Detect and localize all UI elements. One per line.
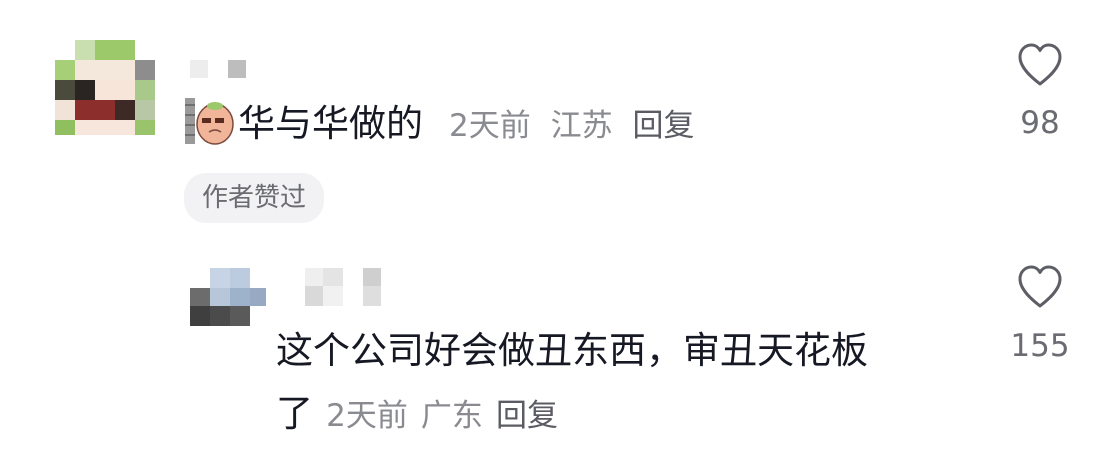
heart-outline-icon bbox=[1018, 265, 1062, 308]
avatar[interactable] bbox=[55, 40, 155, 135]
comment-text: 华与华做的 bbox=[238, 102, 423, 145]
comment-2: 这个公司好会做丑东西，审丑天花板 了 2天前 广东 回复 155 bbox=[0, 240, 1115, 463]
comment-text-line-1: 这个公司好会做丑东西，审丑天花板 bbox=[276, 329, 868, 372]
author-liked-badge: 作者赞过 bbox=[184, 173, 325, 223]
like-button[interactable] bbox=[1015, 262, 1065, 312]
potato-face-sticker-icon bbox=[185, 96, 235, 146]
comment-time: 2天前 bbox=[326, 398, 408, 434]
comment-meta: 2天前 江苏 回复 bbox=[449, 106, 694, 146]
comment-location: 广东 bbox=[420, 398, 483, 434]
username-blurred[interactable] bbox=[190, 60, 250, 78]
comment-text-line-2: 了 bbox=[276, 392, 313, 435]
like-count: 155 bbox=[1010, 328, 1070, 364]
reply-button[interactable]: 回复 bbox=[496, 398, 558, 434]
comment-1: 华与华做的 2天前 江苏 回复 作者赞过 98 bbox=[0, 0, 1115, 240]
like-button[interactable] bbox=[1015, 40, 1065, 90]
comment-time: 2天前 bbox=[449, 108, 531, 144]
comment-line-2: 了 2天前 广东 回复 bbox=[276, 389, 558, 446]
reply-button[interactable]: 回复 bbox=[632, 108, 694, 144]
username-blurred[interactable] bbox=[305, 268, 385, 308]
comment-location: 江苏 bbox=[550, 108, 613, 144]
heart-outline-icon bbox=[1018, 43, 1062, 86]
avatar[interactable] bbox=[190, 268, 270, 326]
like-count: 98 bbox=[1020, 105, 1060, 141]
